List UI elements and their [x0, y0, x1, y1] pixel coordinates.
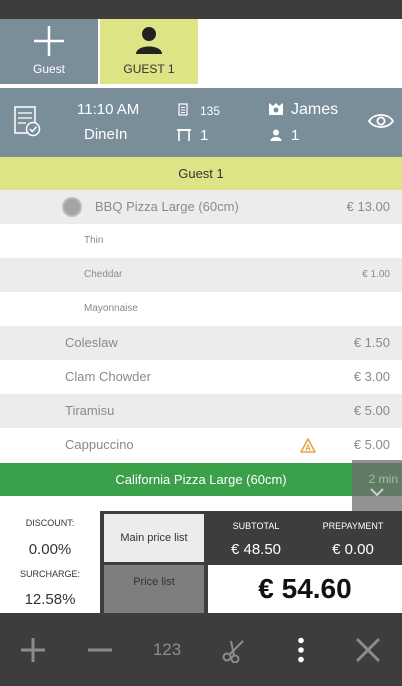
guest-1-label: GUEST 1 — [123, 62, 175, 76]
order-number: 135 — [200, 104, 221, 118]
surcharge-value: 12.58% — [24, 591, 76, 608]
split-button[interactable] — [201, 613, 267, 686]
guest-tabs: Guest GUEST 1 — [0, 19, 402, 86]
plus-icon — [34, 26, 64, 56]
modifier-row[interactable]: Cheddar € 1.00 — [0, 258, 402, 292]
scissors-icon — [222, 639, 244, 663]
surcharge-label: SURCHARGE: — [19, 569, 80, 579]
discount-value: 0.00% — [28, 541, 72, 558]
active-order-item[interactable]: California Pizza Large (60cm) — [0, 463, 402, 496]
circle-status-icon — [62, 197, 82, 217]
add-guest-tab[interactable]: Guest — [0, 19, 98, 84]
order-item-row[interactable]: Clam Chowder € 3.00 — [0, 360, 402, 394]
order-type: DineIn — [84, 126, 128, 143]
subtotal-value: € 48.50 — [230, 541, 282, 558]
top-status-bar — [0, 0, 402, 19]
item-name: Cappuccino — [65, 437, 134, 452]
warning-icon: A — [300, 438, 316, 453]
item-price: € 3.00 — [353, 369, 390, 384]
modifier-row[interactable]: Thin — [0, 224, 402, 258]
remove-button[interactable] — [67, 613, 133, 686]
more-vertical-icon — [298, 637, 304, 662]
order-checklist-icon[interactable] — [14, 106, 42, 138]
order-item-row[interactable]: BBQ Pizza Large (60cm) € 13.00 — [0, 190, 402, 224]
price-list-button[interactable]: Price list — [104, 565, 204, 613]
timer-overlay[interactable]: 2 min — [352, 460, 402, 511]
item-price: € 5.00 — [353, 437, 390, 452]
main-price-list-button[interactable]: Main price list — [104, 514, 204, 562]
prepayment-box: PREPAYMENT € 0.00 — [304, 511, 402, 563]
plus-icon — [21, 637, 45, 662]
numpad-label: 123 — [152, 639, 182, 659]
prepayment-label: PREPAYMENT — [322, 521, 384, 531]
modifier-row[interactable]: Mayonnaise — [0, 292, 402, 326]
more-options-button[interactable] — [268, 613, 334, 686]
subtotal-box: SUBTOTAL € 48.50 — [208, 511, 304, 563]
person-icon — [136, 27, 162, 54]
prepayment-value: € 0.00 — [332, 541, 374, 558]
table-icon — [177, 129, 191, 141]
active-item-name: California Pizza Large (60cm) — [115, 472, 287, 487]
grand-total[interactable]: € 54.60 — [208, 565, 402, 613]
chevron-down-icon — [370, 488, 384, 497]
item-price: € 13.00 — [346, 199, 390, 214]
modifier-name: Thin — [84, 235, 104, 246]
item-name: BBQ Pizza Large (60cm) — [95, 199, 239, 214]
item-price: € 1.50 — [353, 335, 390, 350]
add-guest-label: Guest — [32, 62, 65, 76]
waiter-name: James — [291, 101, 339, 118]
order-item-row[interactable]: Cappuccino A € 5.00 — [0, 428, 402, 462]
item-name: Clam Chowder — [65, 369, 151, 384]
svg-text:A: A — [305, 444, 311, 453]
subtotal-label: SUBTOTAL — [232, 521, 280, 531]
modifier-name: Mayonnaise — [84, 303, 138, 314]
order-info-header: 11:10 AM DineIn 135 1 James 1 — [0, 88, 402, 157]
table-number: 1 — [200, 127, 209, 144]
bottom-toolbar: 123 — [0, 613, 402, 686]
guests-icon — [270, 129, 282, 141]
close-button[interactable] — [335, 613, 401, 686]
order-time: 11:10 AM — [77, 101, 140, 118]
eye-icon[interactable] — [368, 112, 394, 130]
discount-surcharge-box[interactable]: DISCOUNT: 0.00% SURCHARGE: 12.58% — [0, 511, 100, 613]
waiter-icon — [269, 103, 283, 115]
item-price: € 5.00 — [353, 403, 390, 418]
modifier-name: Cheddar — [84, 269, 123, 280]
minus-icon — [88, 648, 112, 651]
add-button[interactable] — [0, 613, 66, 686]
item-name: Tiramisu — [65, 403, 115, 418]
totals-panel: DISCOUNT: 0.00% SURCHARGE: 12.58% Main p… — [0, 511, 402, 613]
receipt-icon — [178, 103, 188, 116]
order-item-row[interactable]: Tiramisu € 5.00 — [0, 394, 402, 428]
close-icon — [355, 637, 381, 662]
guest-count: 1 — [291, 127, 300, 144]
numpad-button[interactable]: 123 — [134, 613, 200, 686]
timer-text: 2 min — [368, 472, 398, 486]
order-item-row[interactable]: Coleslaw € 1.50 — [0, 326, 402, 360]
guest-1-tab[interactable]: GUEST 1 — [100, 19, 198, 84]
guest-section-header[interactable]: Guest 1 — [0, 157, 402, 190]
modifier-price: € 1.00 — [362, 269, 390, 280]
item-name: Coleslaw — [65, 335, 118, 350]
discount-label: DISCOUNT: — [25, 518, 75, 528]
